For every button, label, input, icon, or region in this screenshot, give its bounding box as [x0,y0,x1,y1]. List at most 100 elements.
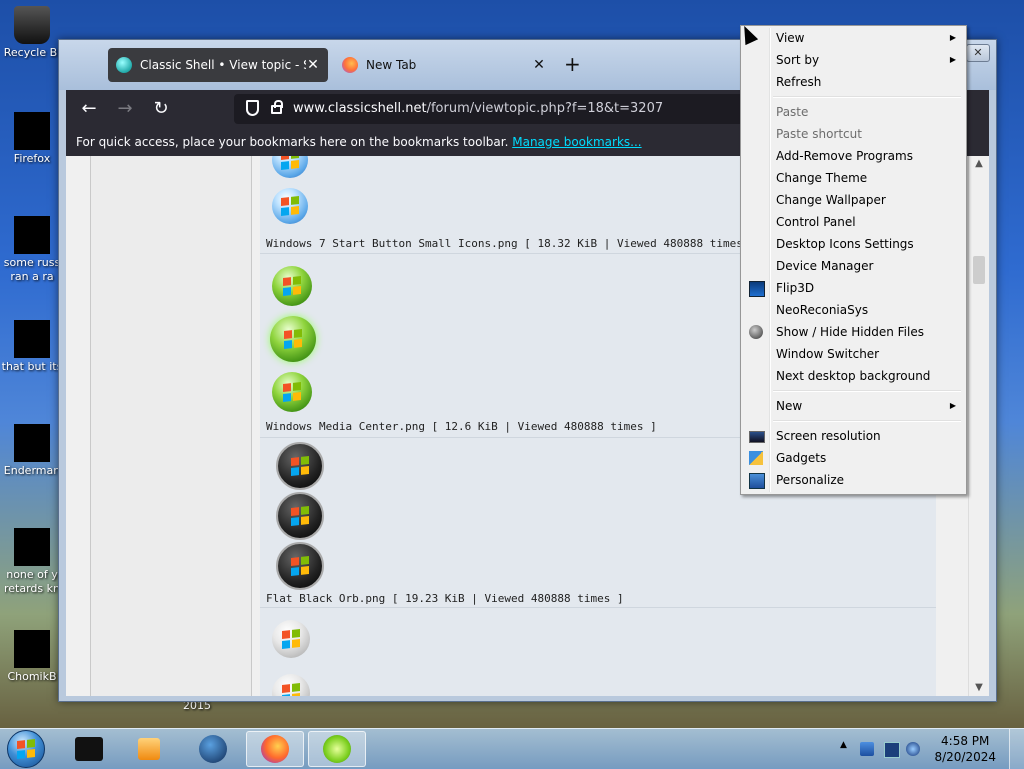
menu-item-screen-resolution[interactable]: Screen resolution [743,425,964,447]
url-text[interactable]: www.classicshell.net/forum/viewtopic.php… [293,101,663,116]
desktop-icon[interactable]: that but its [0,320,64,374]
url-host: www.classicshell.net [293,101,427,116]
menu-item-label: Paste [776,105,809,119]
menu-item-change-theme[interactable]: Change Theme [743,167,964,189]
menu-item-label: Gadgets [776,451,827,465]
media-center-orb-image [272,372,312,412]
menu-item-label: Change Theme [776,171,868,185]
menu-separator [773,96,961,98]
media-player-icon [138,738,160,760]
page-scrollbar[interactable]: ▲ ▼ [968,156,989,696]
menu-item-label: Control Panel [776,215,856,229]
shortcut-icon [14,112,50,150]
attachment-block [260,608,936,696]
firefox-icon [261,735,289,763]
globe-favicon-icon [116,57,132,73]
desktop-icon[interactable]: ChomikB [0,630,64,684]
new-tab-button[interactable]: + [564,52,581,76]
menu-item-paste-shortcut: Paste shortcut [743,123,964,145]
taskbar-app-kiwi[interactable] [308,731,366,767]
menu-item-show-hide-hidden-files[interactable]: Show / Hide Hidden Files [743,321,964,343]
tab-classic-shell[interactable]: Classic Shell • View topic - Start ✕ [108,48,328,82]
black-orb-image [276,542,324,590]
taskbar-app-terminal[interactable] [60,731,118,767]
desktop-icon[interactable]: none of y retards kn [0,528,64,596]
url-path: /forum/viewtopic.php?f=18&t=3207 [426,101,664,116]
attachment-caption: Windows Media Center.png [ 12.6 KiB | Vi… [266,420,657,433]
url-bar[interactable]: www.classicshell.net/forum/viewtopic.php… [234,94,794,124]
scroll-thumb[interactable] [973,256,985,284]
menu-item-paste: Paste [743,101,964,123]
menu-item-neoreconiasys[interactable]: NeoReconiaSys [743,299,964,321]
menu-item-add-remove-programs[interactable]: Add-Remove Programs [743,145,964,167]
menu-item-gadgets[interactable]: Gadgets [743,447,964,469]
menu-item-sort-by[interactable]: Sort by ▶ [743,49,964,71]
shortcut-icon [14,630,50,668]
menu-item-flip3d[interactable]: Flip3D [743,277,964,299]
submenu-arrow-icon: ▶ [949,401,956,410]
silver-orb-image [272,674,310,696]
menu-item-control-panel[interactable]: Control Panel [743,211,964,233]
taskbar-clock[interactable]: 4:58 PM 8/20/2024 [934,733,996,765]
menu-item-desktop-icons-settings[interactable]: Desktop Icons Settings [743,233,964,255]
shortcut-icon [14,320,50,358]
network-icon[interactable] [860,742,874,756]
desktop-icon[interactable]: Enderman [0,424,64,478]
reload-button[interactable]: ↻ [150,98,172,120]
tracking-shield-icon[interactable] [246,100,259,116]
personalize-icon [749,473,765,489]
menu-item-label: NeoReconiaSys [776,303,869,317]
desktop-icon-label: none of y [6,568,58,581]
show-hidden-icons-button[interactable]: ▲ [840,740,854,754]
submenu-arrow-icon: ▶ [949,33,956,42]
manage-bookmarks-link[interactable]: Manage bookmarks... [512,135,641,149]
desktop-icon-label: Firefox [13,152,51,165]
menu-separator [773,390,961,392]
menu-item-view[interactable]: View ▶ [743,27,964,49]
desktop-icon[interactable]: Firefox [0,112,64,166]
close-tab-icon[interactable]: ✕ [306,57,320,73]
forward-button[interactable]: → [114,98,136,120]
system-tray: ▲ 4:58 PM 8/20/2024 [834,729,1024,769]
taskbar-app-firefox[interactable] [246,731,304,767]
close-tab-icon[interactable]: ✕ [532,57,546,73]
tab-title: Classic Shell • View topic - Start [140,58,306,72]
tab-new-tab[interactable]: New Tab ✕ [334,48,554,82]
menu-item-change-wallpaper[interactable]: Change Wallpaper [743,189,964,211]
scroll-up-icon[interactable]: ▲ [969,156,989,172]
menu-item-device-manager[interactable]: Device Manager [743,255,964,277]
menu-separator [773,420,961,422]
desktop-icon-label: Enderman [3,464,61,477]
menu-item-label: Show / Hide Hidden Files [776,325,924,339]
volume-icon[interactable] [906,742,920,756]
forum-left-column [90,156,252,696]
start-button[interactable] [7,730,45,768]
taskbar-app-media-player[interactable] [120,731,178,767]
black-orb-image [276,492,324,540]
menu-item-new[interactable]: New ▶ [743,395,964,417]
menu-item-label: Paste shortcut [776,127,862,141]
menu-item-label: Desktop Icons Settings [776,237,914,251]
taskbar-app-globe[interactable] [184,731,242,767]
desktop-icon[interactable]: some russ ran a ra [0,216,64,284]
screen-resolution-icon [749,431,765,443]
back-button[interactable]: ← [78,98,100,120]
menu-item-label: Personalize [776,473,845,487]
tab-title: New Tab [366,58,417,72]
show-desktop-button[interactable] [1009,729,1024,769]
black-orb-image [276,442,324,490]
firefox-favicon-icon [342,57,358,73]
scroll-down-icon[interactable]: ▼ [969,680,989,696]
menu-item-label: Add-Remove Programs [776,149,913,163]
menu-item-window-switcher[interactable]: Window Switcher [743,343,964,365]
menu-item-personalize[interactable]: Personalize [743,469,964,491]
menu-item-label: Next desktop background [776,369,931,383]
lock-icon[interactable] [271,100,283,114]
shortcut-icon [14,424,50,462]
start-orb-image [272,188,308,224]
menu-item-refresh[interactable]: Refresh [743,71,964,93]
menu-item-next-desktop-background[interactable]: Next desktop background [743,365,964,387]
desktop-icon[interactable]: Recycle Bi [0,6,64,60]
window-close-button[interactable]: ✕ [966,44,990,62]
monitor-icon[interactable] [884,742,900,758]
